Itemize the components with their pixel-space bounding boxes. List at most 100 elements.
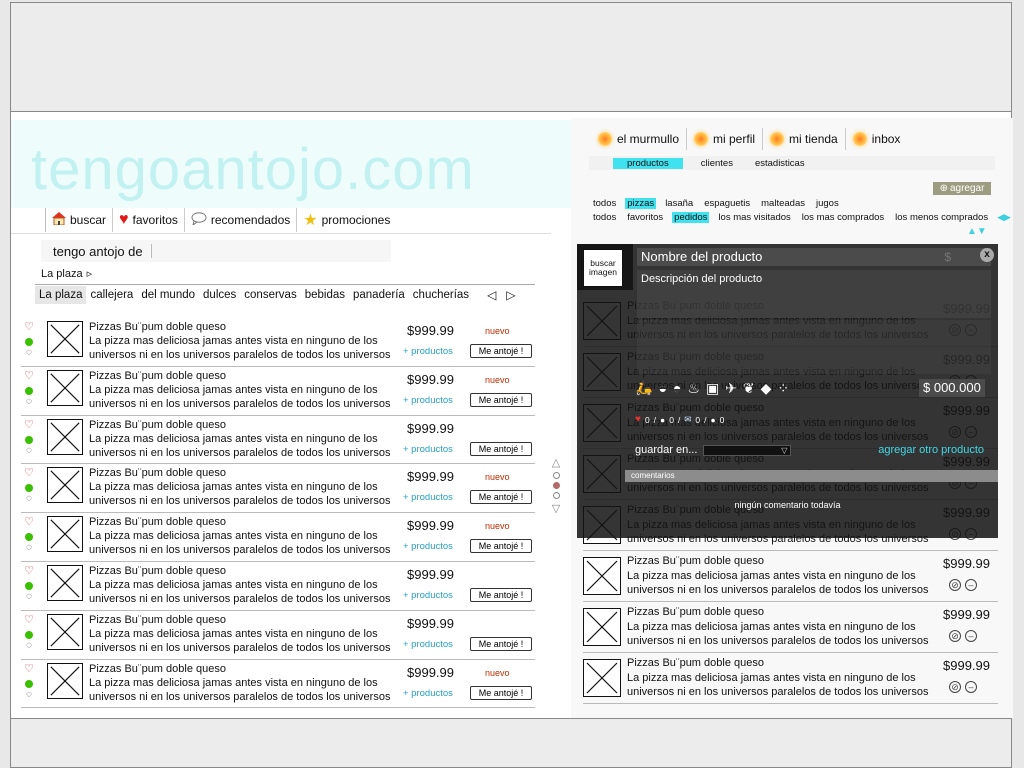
heart-outline-icon[interactable]: ♡ xyxy=(24,663,34,675)
pager-dot[interactable] xyxy=(552,492,560,499)
scroll-arrows-icon[interactable]: ◀▶ xyxy=(997,212,1011,223)
more-products-link[interactable]: + productos xyxy=(403,444,453,455)
order-filter-item[interactable]: todos xyxy=(591,212,618,223)
order-filter-item[interactable]: favoritos xyxy=(625,212,665,223)
more-products-link[interactable]: + productos xyxy=(403,395,453,406)
category-item[interactable]: dulces xyxy=(199,286,240,304)
order-filter-item[interactable]: los mas visitados xyxy=(716,212,792,223)
filter-item[interactable]: malteadas xyxy=(759,198,807,209)
product-image[interactable] xyxy=(47,613,83,650)
category-item[interactable]: del mundo xyxy=(137,286,199,304)
more-products-link[interactable]: + productos xyxy=(403,346,453,357)
product-row[interactable]: ♡ ◌ Pizzas Bu¨pum doble queso La pizza mas … xyxy=(21,611,535,660)
category-item[interactable]: La plaza xyxy=(35,285,87,304)
more-products-link[interactable]: + productos xyxy=(403,492,453,503)
more-products-link[interactable]: + productos xyxy=(403,541,453,552)
speech-bubble-icon[interactable]: ◌ xyxy=(26,445,32,456)
product-image[interactable] xyxy=(583,659,621,697)
product-image[interactable] xyxy=(47,321,83,357)
prev-arrow-icon[interactable]: ◁ xyxy=(487,288,496,302)
antojo-button[interactable]: Me antojé ! xyxy=(470,392,532,407)
product-title[interactable]: Pizzas Bu¨pum doble queso xyxy=(89,321,226,333)
product-row[interactable]: ♡ ◌ Pizzas Bu¨pum doble queso La pizza mas … xyxy=(21,464,535,514)
sort-arrows-icon[interactable]: ▲▼ xyxy=(967,226,987,237)
next-arrow-icon[interactable]: ▷ xyxy=(506,288,515,302)
tab-el-murmullo[interactable]: el murmullo xyxy=(591,128,686,150)
disable-icon[interactable]: ⊘ xyxy=(949,579,961,591)
speech-bubble-icon[interactable]: ◌ xyxy=(26,591,32,602)
heart-outline-icon[interactable]: ♡ xyxy=(24,419,34,431)
product-title[interactable]: Pizzas Bu¨pum doble queso xyxy=(89,663,226,675)
bird-icon[interactable]: ✈ xyxy=(725,380,737,397)
pager-dot-active[interactable] xyxy=(552,482,560,489)
antojo-button[interactable]: Me antojé ! xyxy=(470,636,532,651)
antojo-button[interactable]: Me antojé ! xyxy=(470,539,532,554)
product-title[interactable]: Pizzas Bu¨pum doble queso xyxy=(89,614,226,626)
product-row[interactable]: ♡ ◌ Pizzas Bu¨pum doble queso La pizza mas … xyxy=(21,416,535,465)
scooter-icon[interactable]: 🛵 xyxy=(635,380,652,397)
heart-outline-icon[interactable]: ♡ xyxy=(24,565,34,577)
close-icon[interactable]: x xyxy=(980,248,994,262)
antojo-button[interactable]: Me antojé ! xyxy=(470,344,532,358)
product-row[interactable]: ♡ ◌ Pizzas Bu¨pum doble queso La pizza mas … xyxy=(21,660,535,709)
speech-bubble-icon[interactable]: ◌ xyxy=(26,348,32,358)
tab-mi-perfil[interactable]: mi perfil xyxy=(686,128,762,150)
antojo-button[interactable]: Me antojé ! xyxy=(470,490,532,505)
nav-recomendados[interactable]: recomendados xyxy=(183,208,296,232)
product-row[interactable]: ♡ ◌ Pizzas Bu¨pum doble queso La pizza mas … xyxy=(21,562,535,611)
product-row[interactable]: ♡ ◌ Pizzas Bu¨pum doble queso La pizza mas … xyxy=(21,367,535,416)
category-item[interactable]: bebidas xyxy=(301,286,349,304)
remove-icon[interactable]: – xyxy=(965,579,977,591)
speech-bubble-icon[interactable]: ◌ xyxy=(26,640,32,651)
filter-item[interactable]: espaguetis xyxy=(702,198,752,209)
pager-down-icon[interactable]: ▽ xyxy=(552,502,560,515)
leaf-icon[interactable]: ❦ xyxy=(743,380,755,397)
product-image[interactable] xyxy=(583,608,621,646)
speech-bubble-icon[interactable]: ◌ xyxy=(26,396,32,407)
agregar-otro-link[interactable]: agregar otro producto xyxy=(878,444,984,456)
nav-promociones[interactable]: ★ promociones xyxy=(296,208,396,232)
heart-outline-icon[interactable]: ♡ xyxy=(24,517,34,528)
box-icon[interactable]: ▣ xyxy=(706,380,719,397)
product-title[interactable]: Pizzas Bu¨pum doble queso xyxy=(627,657,764,669)
antojo-button[interactable]: Me antojé ! xyxy=(470,685,532,700)
guardar-dropdown[interactable]: ▽ xyxy=(703,444,792,456)
tab-mi-tienda[interactable]: mi tienda xyxy=(762,128,845,150)
heart-outline-icon[interactable]: ♡ xyxy=(24,322,34,333)
category-item[interactable]: chucherías xyxy=(409,286,473,304)
heart-outline-icon[interactable]: ♡ xyxy=(24,468,34,479)
antojo-button[interactable]: Me antojé ! xyxy=(470,441,532,456)
cube-icon[interactable]: ◆ xyxy=(761,380,772,397)
disable-icon[interactable]: ⊘ xyxy=(949,630,961,642)
product-image[interactable] xyxy=(47,564,83,601)
subtab-clientes[interactable]: clientes xyxy=(697,158,737,169)
grid-icon[interactable]: ⁘ xyxy=(777,380,789,397)
category-item[interactable]: callejera xyxy=(86,286,137,304)
nav-favoritos[interactable]: ♥ favoritos xyxy=(112,208,184,232)
filter-item[interactable]: pizzas xyxy=(625,198,657,209)
product-title[interactable]: Pizzas Bu¨pum doble queso xyxy=(89,419,226,431)
more-products-link[interactable]: + productos xyxy=(403,590,453,601)
product-name-input[interactable]: Nombre del producto $ xyxy=(637,248,991,266)
product-title[interactable]: Pizzas Bu¨pum doble queso xyxy=(89,370,226,382)
order-filter-item[interactable]: pedidos xyxy=(672,212,710,223)
filter-item[interactable]: jugos xyxy=(814,198,841,209)
product-title[interactable]: Pizzas Bu¨pum doble queso xyxy=(627,555,764,567)
product-title[interactable]: Pizzas Bu¨pum doble queso xyxy=(89,516,226,528)
speech-bubble-icon[interactable]: ◌ xyxy=(26,543,32,553)
product-title[interactable]: Pizzas Bu¨pum doble queso xyxy=(89,467,226,479)
pot-icon[interactable]: ◒ xyxy=(658,380,666,397)
remove-icon[interactable]: – xyxy=(965,681,977,693)
product-image[interactable] xyxy=(47,369,83,406)
bowl-icon[interactable]: ◓ xyxy=(673,380,681,397)
speech-bubble-icon[interactable]: ◌ xyxy=(26,494,32,504)
store-product-row[interactable]: Pizzas Bu¨pum doble queso La pizza mas de… xyxy=(583,551,998,602)
agregar-button[interactable]: ⊕ agregar xyxy=(933,182,991,195)
subtab-productos[interactable]: productos xyxy=(613,157,683,169)
remove-icon[interactable]: – xyxy=(965,630,977,642)
chef-hat-icon[interactable]: ♨ xyxy=(687,380,700,397)
product-image[interactable] xyxy=(47,467,83,504)
store-product-row[interactable]: Pizzas Bu¨pum doble queso La pizza mas de… xyxy=(583,602,998,653)
subtab-estadisticas[interactable]: estadisticas xyxy=(751,158,809,169)
heart-outline-icon[interactable]: ♡ xyxy=(24,614,34,626)
